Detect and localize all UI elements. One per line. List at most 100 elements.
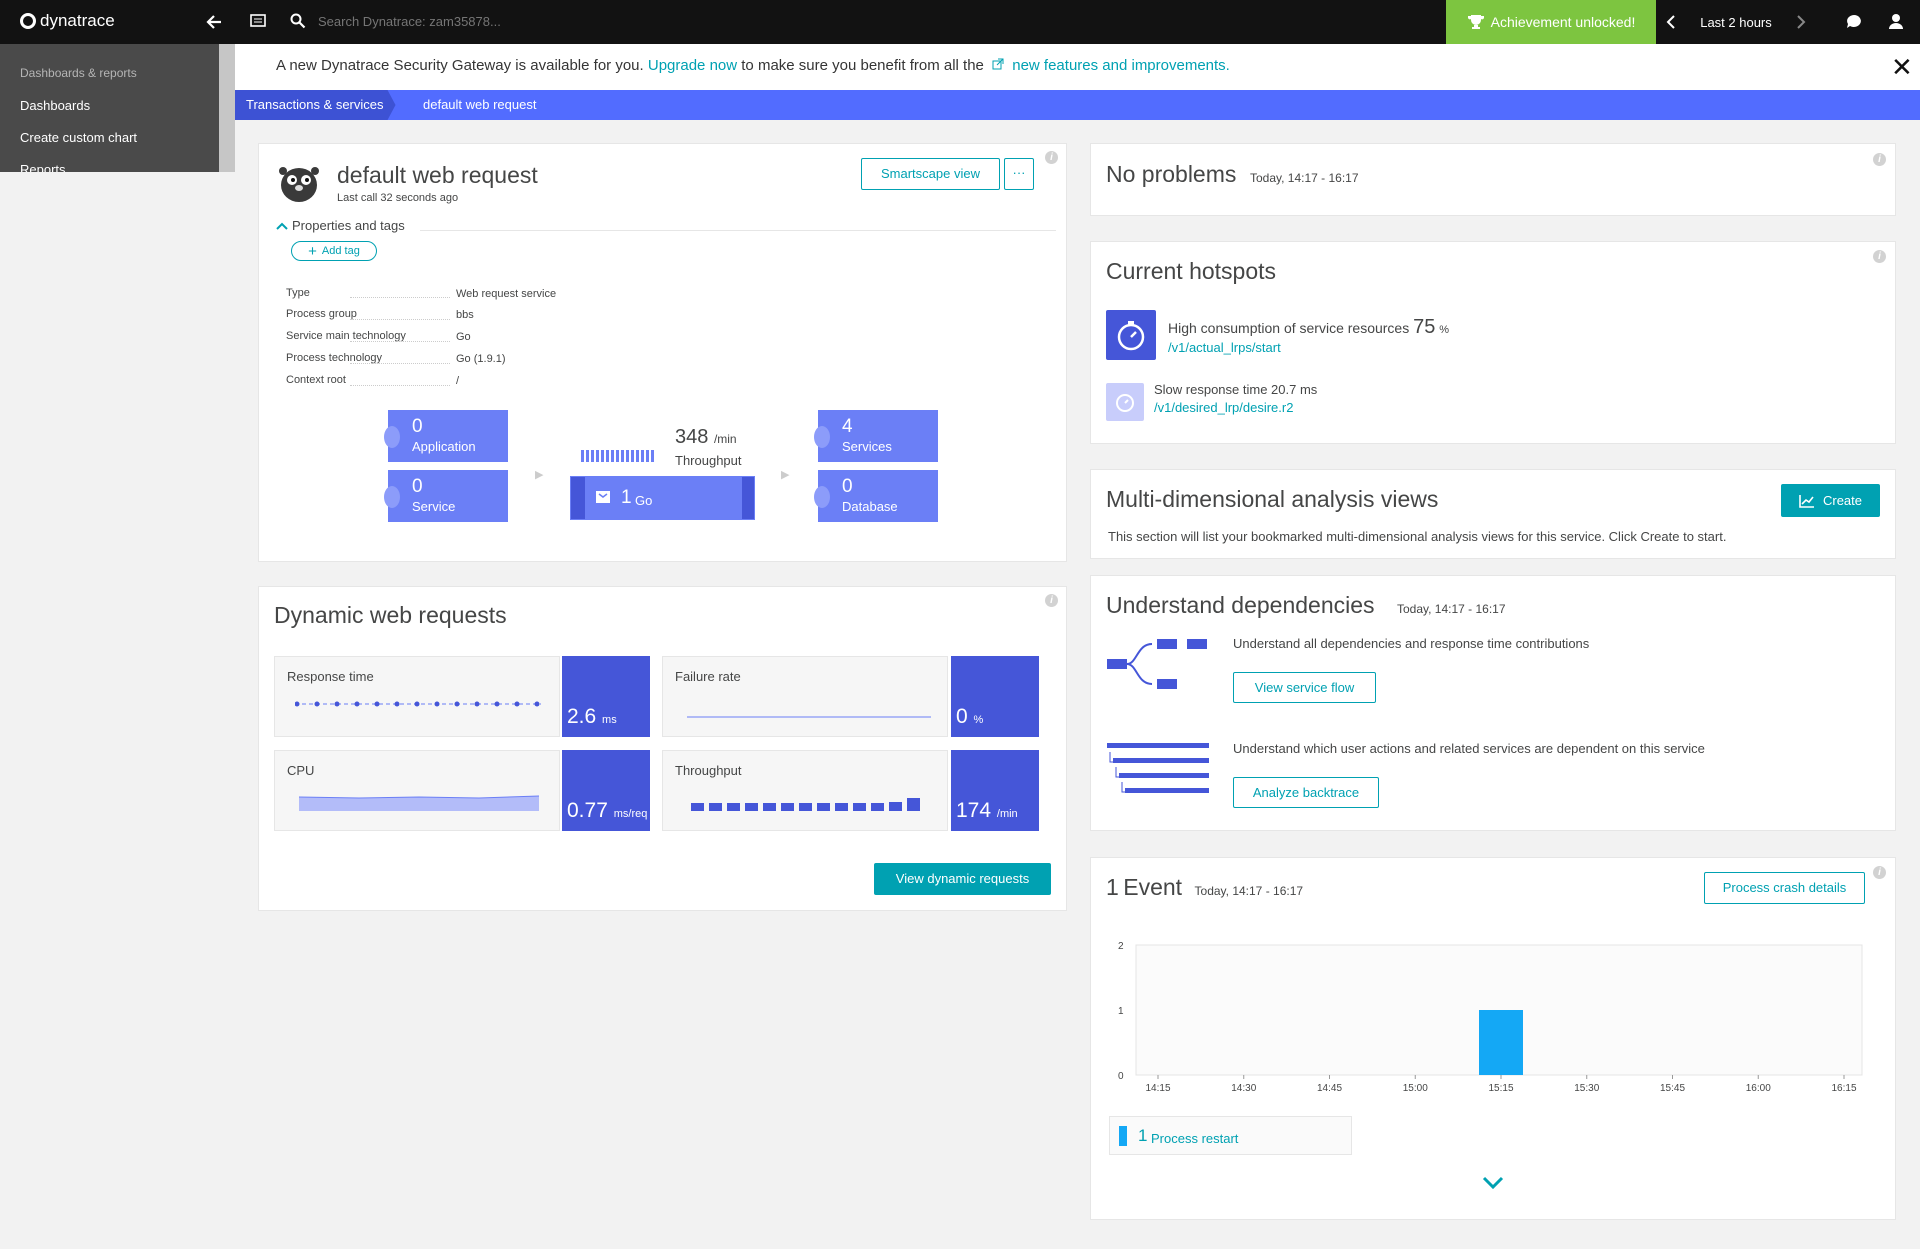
add-tag-button[interactable]: + Add tag	[291, 241, 377, 261]
info-icon[interactable]: i	[1873, 153, 1886, 166]
search-input[interactable]	[318, 13, 618, 29]
prop-value-process-group[interactable]: bbs	[456, 309, 474, 321]
menu-icon[interactable]	[250, 14, 266, 28]
banner-text-middle: to make sure you benefit from all the	[741, 57, 984, 74]
hotspot-response-link[interactable]: /v1/desired_lrp/desire.r2	[1154, 400, 1293, 415]
tile-database[interactable]: 0 Database	[814, 470, 938, 522]
chart-y-axis: 0 1 2	[1118, 941, 1124, 1082]
metric-throughput[interactable]: Throughput	[662, 750, 948, 831]
chart-icon	[1799, 494, 1814, 508]
view-service-flow-button[interactable]: View service flow	[1233, 672, 1376, 703]
throughput-label: Throughput	[675, 453, 742, 468]
hotspot-resource-icon	[1106, 310, 1156, 360]
events-header: 1 Event Today, 14:17 - 16:17	[1106, 874, 1303, 901]
info-icon[interactable]: i	[1045, 151, 1058, 164]
add-tag-label: Add tag	[321, 245, 360, 257]
chat-icon[interactable]	[1846, 14, 1862, 30]
cpu-area-sparkline	[299, 795, 539, 811]
stopwatch-icon	[1116, 394, 1134, 412]
info-icon[interactable]: i	[1873, 250, 1886, 263]
view-dynamic-requests-button[interactable]: View dynamic requests	[874, 863, 1051, 895]
achievement-label: Achievement unlocked!	[1490, 14, 1636, 30]
sidebar-section-title: Dashboards & reports	[20, 66, 137, 80]
hotspot-resource-unit: %	[1439, 324, 1450, 336]
mda-description: This section will list your bookmarked m…	[1108, 529, 1727, 544]
banner-text: A new Dynatrace Security Gateway is avai…	[276, 57, 1230, 74]
create-button[interactable]: Create	[1781, 484, 1880, 517]
event-bar[interactable]	[1479, 1010, 1523, 1075]
process-group-tile[interactable]: 1 Go	[570, 476, 755, 520]
tile-application[interactable]: 0 Application	[384, 410, 508, 462]
x-tick-label: 15:00	[1403, 1083, 1428, 1094]
process-label: Go	[635, 493, 653, 508]
legend-count: 1	[1138, 1126, 1148, 1145]
chevron-up-icon	[276, 222, 288, 230]
sidebar-item-dashboards[interactable]: Dashboards	[20, 98, 90, 113]
hotspot-response-icon	[1106, 383, 1144, 421]
prop-leader	[350, 319, 450, 320]
smartscape-view-button[interactable]: Smartscape view	[861, 158, 1000, 190]
backtrace-icon	[1107, 743, 1209, 793]
info-icon[interactable]: i	[1873, 866, 1886, 879]
database-icon	[814, 486, 830, 508]
x-tick-label: 15:30	[1574, 1083, 1599, 1094]
arrow-left-icon[interactable]	[205, 13, 223, 31]
sidebar-item-create-custom-chart[interactable]: Create custom chart	[20, 130, 137, 145]
achievement-button[interactable]: Achievement unlocked!	[1446, 0, 1656, 44]
hotspot-resource-link[interactable]: /v1/actual_lrps/start	[1168, 340, 1281, 355]
metric-response-time[interactable]: Response time	[274, 656, 560, 737]
events-count: 1	[1106, 874, 1119, 900]
chevron-right-icon[interactable]	[1796, 15, 1806, 29]
create-label: Create	[1822, 493, 1863, 508]
sidebar-scrollbar[interactable]	[219, 44, 235, 172]
banner-text-start: A new Dynatrace Security Gateway is avai…	[276, 57, 644, 74]
hotspot-resource-label: High consumption of service resources	[1168, 320, 1410, 336]
properties-toggle[interactable]: Properties and tags	[276, 218, 405, 233]
metric-title: Response time	[287, 669, 374, 684]
gear-icon	[814, 426, 830, 448]
x-tick-label: 15:45	[1660, 1083, 1685, 1094]
user-icon[interactable]	[1888, 13, 1904, 30]
dynatrace-logo[interactable]: dynatrace	[20, 11, 115, 31]
metric-title: Failure rate	[675, 669, 741, 684]
search-bar	[290, 13, 618, 29]
throughput-sparkline	[581, 450, 654, 462]
more-options-button[interactable]: ···	[1004, 158, 1034, 190]
gear-icon	[384, 426, 400, 448]
metric-value: 2.6	[567, 705, 597, 728]
tile-service-count: 0	[412, 476, 423, 497]
metric-cpu[interactable]: CPU	[274, 750, 560, 831]
breadcrumb-current: default web request	[423, 97, 537, 112]
upgrade-now-link[interactable]: Upgrade now	[648, 57, 737, 74]
process-crash-details-button[interactable]: Process crash details	[1704, 872, 1865, 904]
metric-failure-rate[interactable]: Failure rate	[662, 656, 948, 737]
tile-application-count: 0	[412, 416, 423, 437]
analyze-backtrace-button[interactable]: Analyze backtrace	[1233, 777, 1379, 808]
chevron-down-icon[interactable]	[1482, 1176, 1504, 1190]
info-icon[interactable]: i	[1045, 594, 1058, 607]
problems-time: Today, 14:17 - 16:17	[1250, 171, 1359, 185]
close-icon[interactable]: ✕	[1891, 52, 1913, 83]
response-time-sparkline	[295, 701, 541, 707]
trophy-icon	[1467, 15, 1484, 29]
search-icon	[290, 13, 306, 29]
sidebar-item-reports[interactable]: Reports	[20, 162, 66, 172]
x-tick-label: 14:15	[1145, 1083, 1170, 1094]
tile-services[interactable]: 4 Services	[814, 410, 938, 462]
x-tick-label: 15:15	[1488, 1083, 1513, 1094]
dynamic-requests-title: Dynamic web requests	[274, 602, 507, 628]
new-features-link[interactable]: new features and improvements.	[1012, 57, 1230, 74]
tile-edge	[742, 477, 754, 519]
dynatrace-logo-icon	[20, 13, 36, 29]
mda-card	[1090, 469, 1896, 559]
breadcrumb-transactions[interactable]: Transactions & services	[235, 90, 396, 120]
tile-service[interactable]: 0 Service	[384, 470, 508, 522]
event-legend-item[interactable]: 1 Process restart	[1109, 1116, 1352, 1155]
prop-leader	[350, 297, 450, 298]
arrow-right-icon: ▶	[535, 469, 544, 481]
metric-throughput-value: 174 /min	[951, 750, 1039, 831]
chevron-left-icon[interactable]	[1666, 15, 1676, 29]
process-icon	[596, 491, 610, 503]
events-chart: 012 14:15 14:30 14:45 15:00 15:15 15:30 15:45 1…	[1118, 941, 1863, 1094]
timeframe-label[interactable]: Last 2 hours	[1700, 15, 1772, 30]
